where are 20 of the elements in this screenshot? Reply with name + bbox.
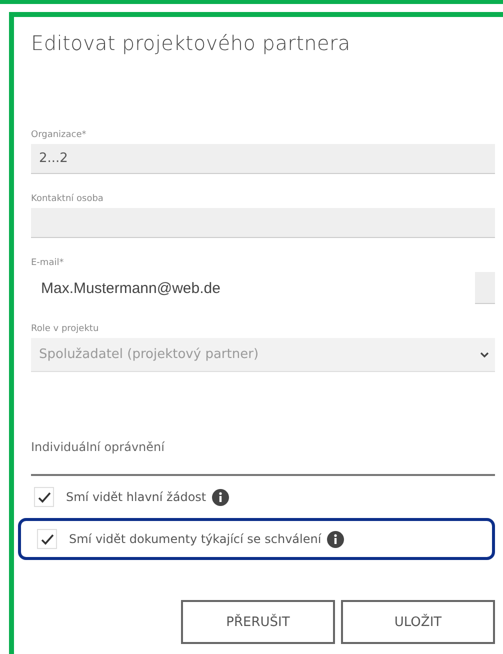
- info-icon[interactable]: [327, 530, 344, 548]
- text-field[interactable]: [31, 208, 495, 238]
- save-button[interactable]: ULOŽIT: [341, 600, 495, 644]
- checkbox-label: Smí vidět hlavní žádost: [66, 490, 206, 504]
- caret-icon: [480, 352, 489, 358]
- cancel-button[interactable]: PŘERUŠIT: [181, 600, 335, 644]
- checkmark-icon: [38, 492, 50, 502]
- info-icon[interactable]: [212, 488, 230, 506]
- checkmark-icon: [40, 534, 54, 544]
- field-addon: [475, 272, 495, 304]
- field-label: Role v projektu: [31, 324, 99, 334]
- section-heading: Individuální oprávnění: [31, 440, 495, 476]
- checkbox[interactable]: [34, 487, 54, 507]
- field-label: E-mail*: [31, 258, 64, 268]
- field-label: Kontaktní osoba: [31, 194, 104, 204]
- text-field[interactable]: 2...2: [31, 144, 495, 174]
- checkbox-label: Smí vidět dokumenty týkající se schválení: [69, 532, 322, 546]
- field-label: Organizace*: [31, 130, 86, 140]
- checkbox[interactable]: [37, 529, 57, 549]
- dialog-title: Editovat projektového partnera: [31, 31, 352, 57]
